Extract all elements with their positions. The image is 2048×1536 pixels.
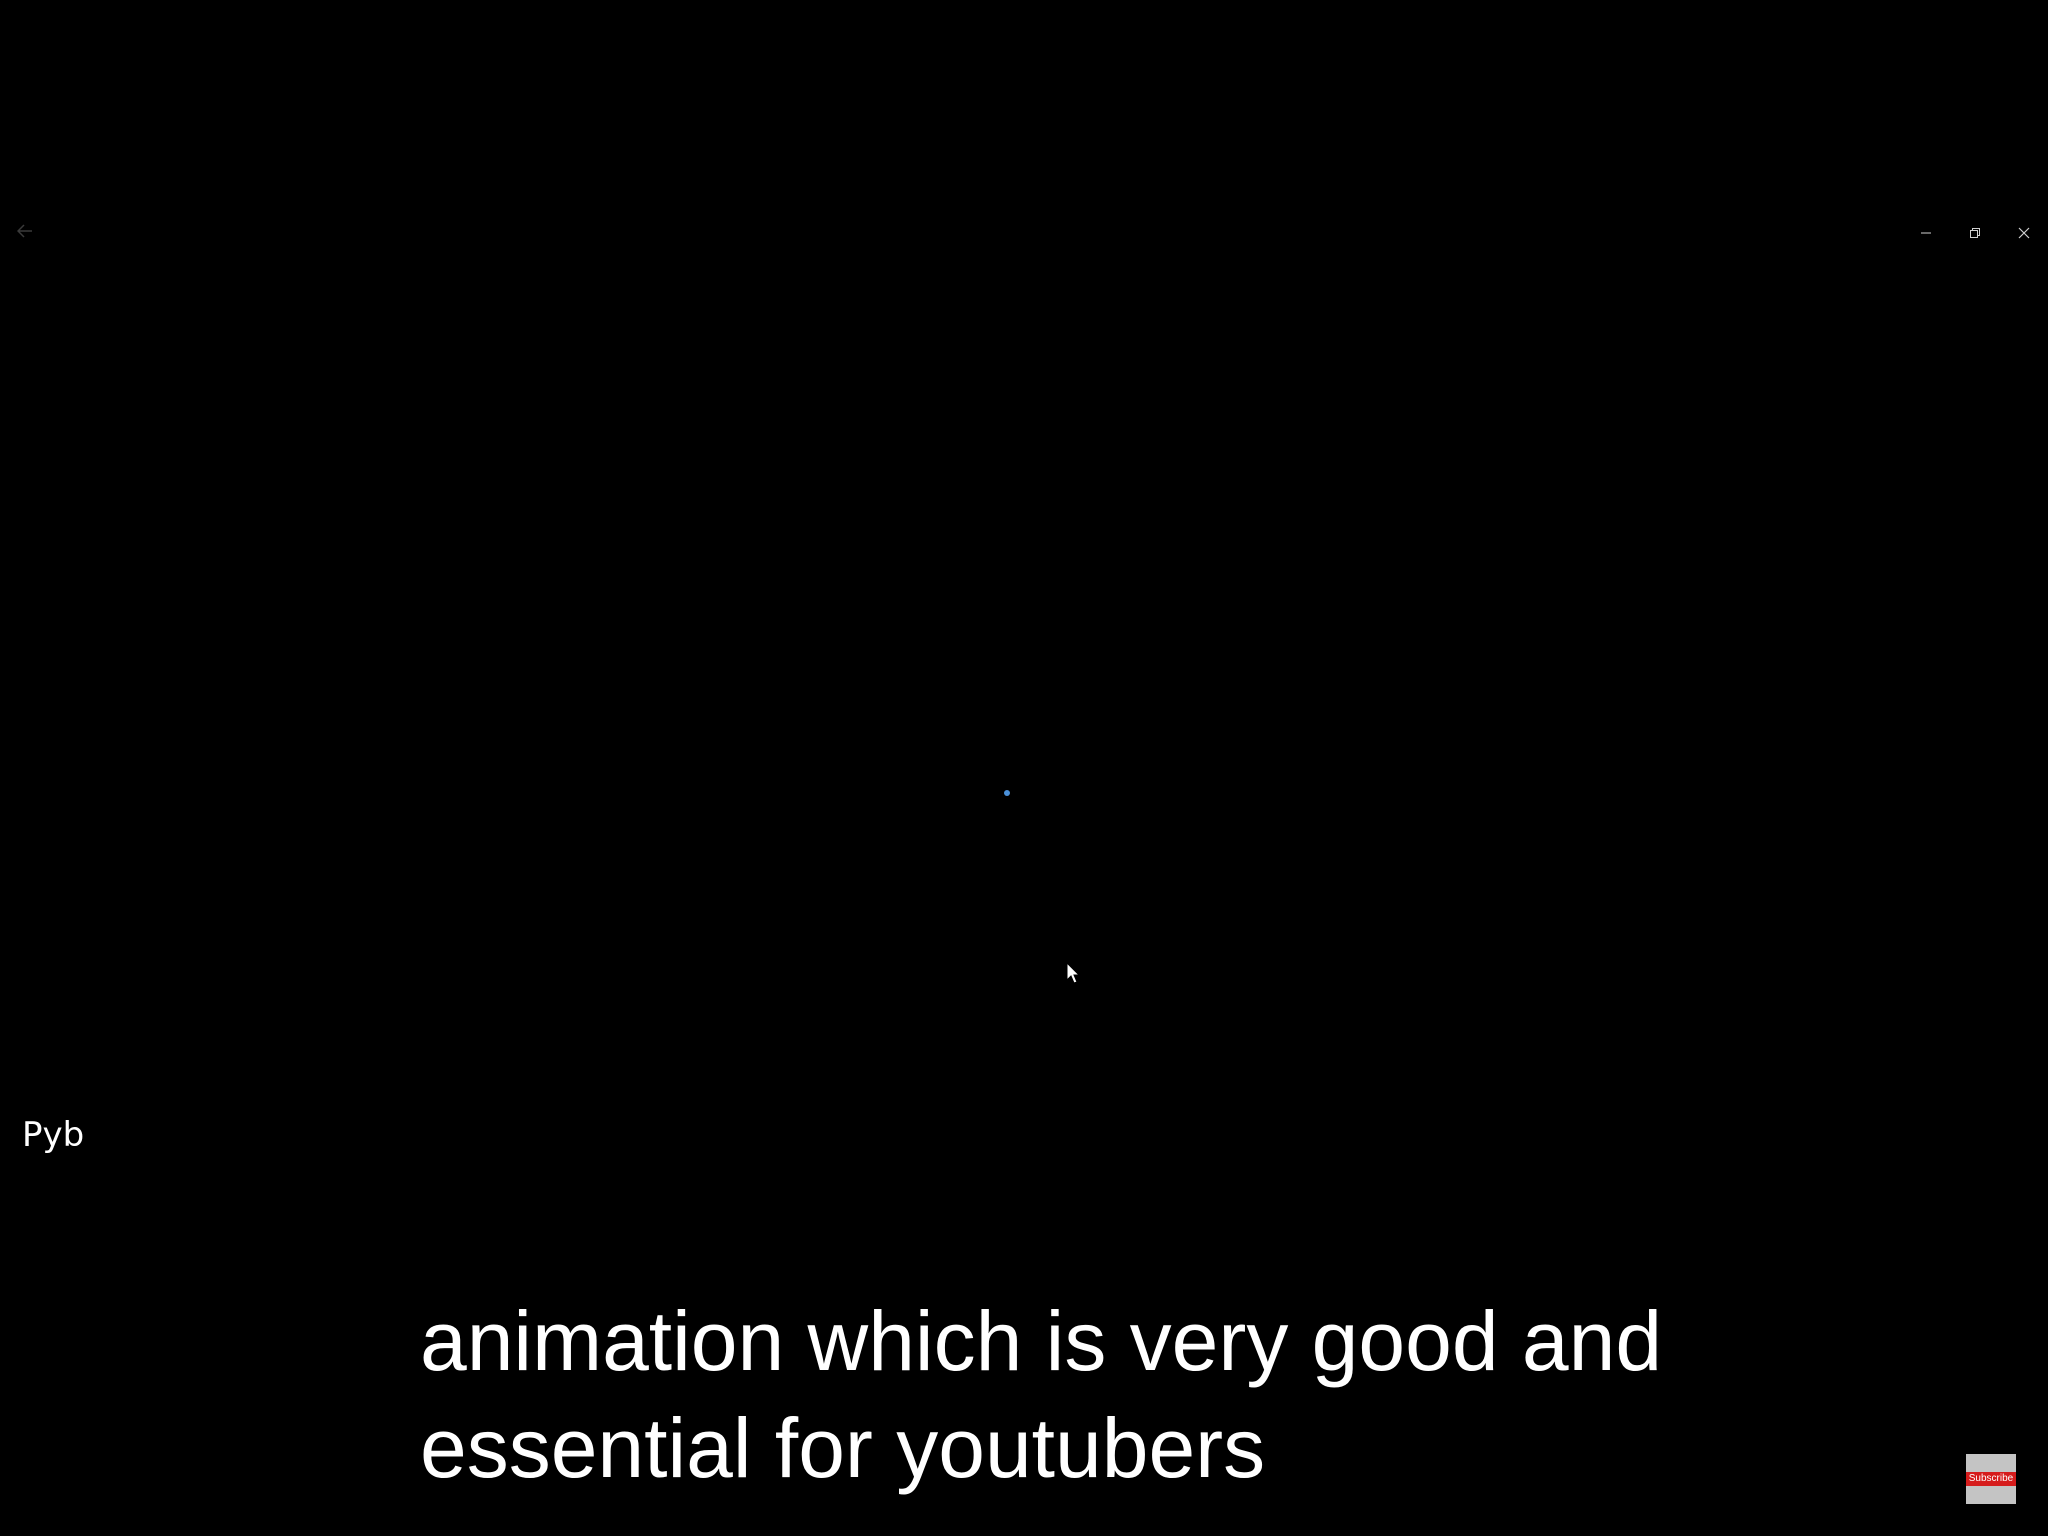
app-window: Pyb animation which is very good and ess… [0,0,2048,1536]
restore-icon [1969,228,1980,238]
window-controls [1901,220,2048,246]
close-icon [2018,227,2029,239]
caption-line-2: essential for youtubers [420,1401,1266,1495]
app-name: Pyb [22,1115,85,1155]
subscribe-button[interactable]: Subscribe [1966,1454,2016,1504]
caption-line-1: animation which is very good and [420,1294,1663,1388]
back-button[interactable] [12,220,38,242]
loading-indicator [1004,790,1010,796]
restore-button[interactable] [1950,220,1999,246]
subscribe-label: Subscribe [1966,1472,2016,1486]
back-arrow-icon [17,224,32,238]
minimize-icon [1920,232,1931,234]
minimize-button[interactable] [1901,220,1950,246]
video-caption: animation which is very good and essenti… [420,1288,1820,1502]
close-button[interactable] [1999,220,2048,246]
mouse-cursor-icon [1066,962,1081,984]
